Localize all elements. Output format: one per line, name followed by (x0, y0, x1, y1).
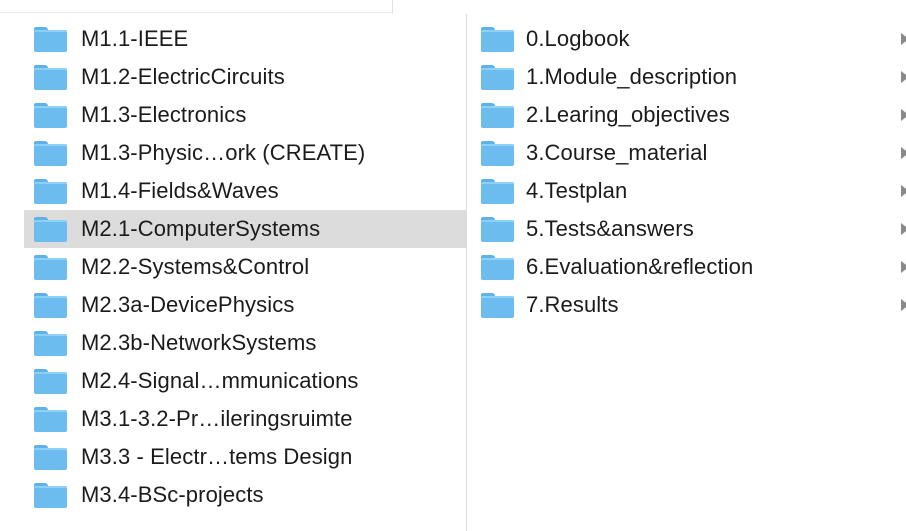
chevron-right-icon (901, 33, 906, 45)
folder-icon (34, 330, 67, 356)
folder-row-m2-3b-network-systems[interactable]: M2.3b-NetworkSystems (24, 324, 482, 362)
folder-label: 4.Testplan (526, 178, 628, 203)
left-column: M1.1-IEEE M1.2-ElectricCircuits M1.3-Ele… (0, 14, 482, 531)
folder-label: M2.3a-DevicePhysics (81, 292, 295, 317)
top-column-divider (392, 0, 393, 14)
folder-label: M3.4-BSc-projects (81, 482, 264, 507)
folder-label: M2.3b-NetworkSystems (81, 330, 317, 355)
folder-label: 0.Logbook (526, 26, 630, 51)
chevron-right-icon (901, 147, 906, 159)
folder-label: 3.Course_material (526, 140, 708, 165)
folder-row-m1-1-ieee[interactable]: M1.1-IEEE (24, 20, 482, 58)
chevron-right-icon (901, 185, 906, 197)
chevron-right-icon (901, 261, 906, 273)
folder-label: 5.Tests&answers (526, 216, 694, 241)
folder-icon (34, 216, 67, 242)
folder-icon (34, 368, 67, 394)
folder-row-m3-1-3-2[interactable]: M3.1-3.2-Pr…ileringsruimte (24, 400, 482, 438)
chevron-right-icon (901, 299, 906, 311)
chevron-right-icon (901, 223, 906, 235)
folder-icon (34, 406, 67, 432)
folder-icon (481, 26, 514, 52)
folder-row-tests-answers[interactable]: 5.Tests&answers (481, 210, 906, 248)
folder-row-m2-1-computer-systems[interactable]: M2.1-ComputerSystems (24, 210, 482, 248)
folder-row-m3-4-bsc-projects[interactable]: M3.4-BSc-projects (24, 476, 482, 514)
folder-label: 6.Evaluation&reflection (526, 254, 754, 279)
folder-label: M1.3-Electronics (81, 102, 247, 127)
folder-label: M1.4-Fields&Waves (81, 178, 279, 203)
folder-row-m1-3-electronics[interactable]: M1.3-Electronics (24, 96, 482, 134)
folder-icon (34, 26, 67, 52)
folder-label: 2.Learing_objectives (526, 102, 730, 127)
folder-icon (481, 292, 514, 318)
folder-label: M2.2-Systems&Control (81, 254, 310, 279)
folder-label: M3.3 - Electr…tems Design (81, 444, 353, 469)
folder-icon (34, 140, 67, 166)
folder-row-m1-4-fields-waves[interactable]: M1.4-Fields&Waves (24, 172, 482, 210)
folder-icon (481, 254, 514, 280)
folder-label: M3.1-3.2-Pr…ileringsruimte (81, 406, 353, 431)
folder-row-module-description[interactable]: 1.Module_description (481, 58, 906, 96)
column-browser: M1.1-IEEE M1.2-ElectricCircuits M1.3-Ele… (0, 0, 906, 531)
chevron-right-icon (901, 109, 906, 121)
folder-icon (481, 178, 514, 204)
folder-row-logbook[interactable]: 0.Logbook (481, 20, 906, 58)
folder-icon (34, 444, 67, 470)
folder-label: M1.2-ElectricCircuits (81, 64, 285, 89)
folder-row-learning-objectives[interactable]: 2.Learing_objectives (481, 96, 906, 134)
top-divider (0, 12, 392, 13)
folder-label: M1.1-IEEE (81, 26, 189, 51)
folder-row-evaluation-reflection[interactable]: 6.Evaluation&reflection (481, 248, 906, 286)
folder-row-m1-2-electric-circuits[interactable]: M1.2-ElectricCircuits (24, 58, 482, 96)
folder-icon (34, 64, 67, 90)
folder-icon (34, 102, 67, 128)
folder-icon (481, 102, 514, 128)
folder-row-m2-3a-device-physics[interactable]: M2.3a-DevicePhysics (24, 286, 482, 324)
folder-label: M2.1-ComputerSystems (81, 216, 321, 241)
folder-icon (481, 140, 514, 166)
folder-row-m3-3-electronic-systems-design[interactable]: M3.3 - Electr…tems Design (24, 438, 482, 476)
folder-row-m2-2-systems-control[interactable]: M2.2-Systems&Control (24, 248, 482, 286)
folder-label: M1.3-Physic…ork (CREATE) (81, 140, 366, 165)
chevron-right-icon (901, 71, 906, 83)
folder-row-course-material[interactable]: 3.Course_material (481, 134, 906, 172)
folder-row-m2-4-signal-communications[interactable]: M2.4-Signal…mmunications (24, 362, 482, 400)
folder-row-results[interactable]: 7.Results (481, 286, 906, 324)
folder-icon (34, 254, 67, 280)
folder-label: M2.4-Signal…mmunications (81, 368, 359, 393)
folder-row-m1-3-physics-create[interactable]: M1.3-Physic…ork (CREATE) (24, 134, 482, 172)
folder-row-testplan[interactable]: 4.Testplan (481, 172, 906, 210)
folder-icon (481, 64, 514, 90)
folder-icon (34, 482, 67, 508)
folder-icon (34, 292, 67, 318)
folder-label: 7.Results (526, 292, 619, 317)
right-column: 0.Logbook 1.Module_description 2.Learing… (467, 14, 906, 531)
folder-icon (34, 178, 67, 204)
folder-label: 1.Module_description (526, 64, 738, 89)
top-strip (0, 0, 906, 14)
folder-icon (481, 216, 514, 242)
